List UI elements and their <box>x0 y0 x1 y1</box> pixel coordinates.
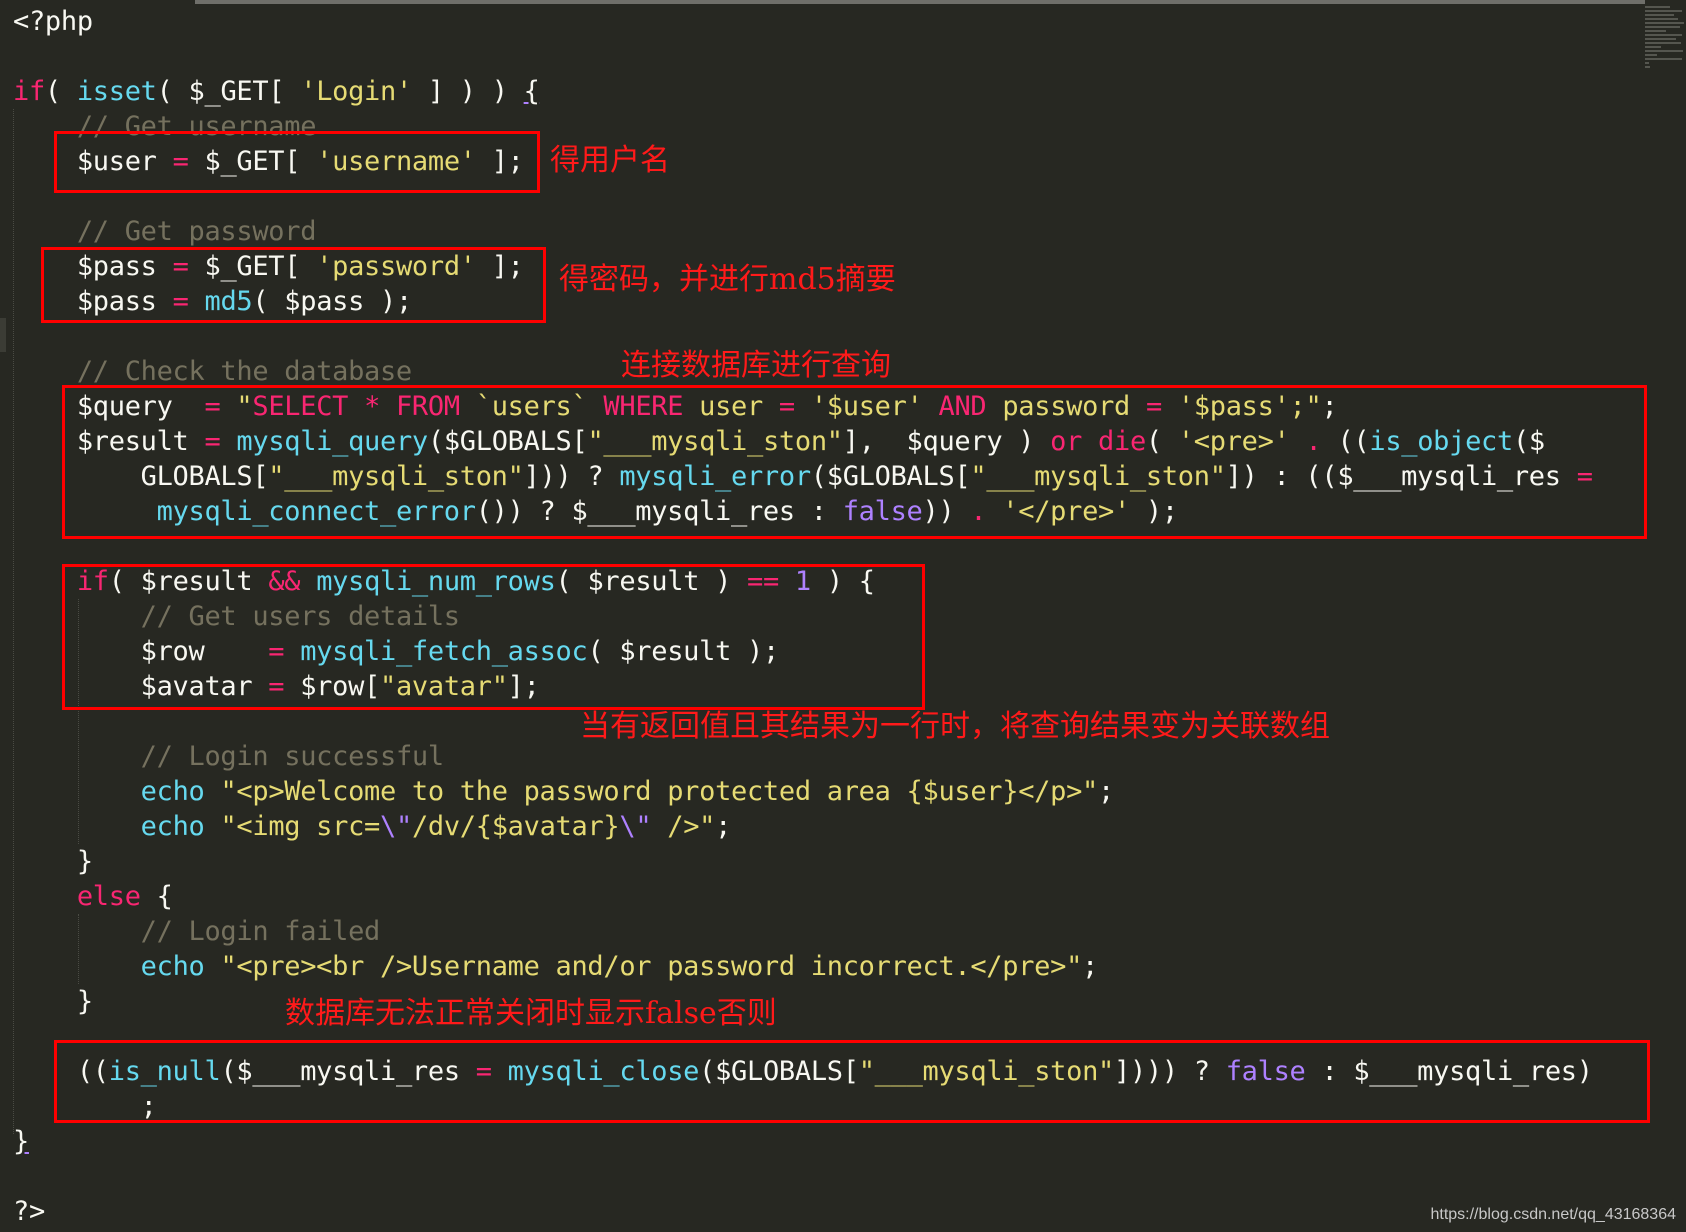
code-token: } <box>13 846 93 877</box>
code-line[interactable]: // Get password <box>13 214 317 249</box>
minimap[interactable] <box>1645 4 1686 94</box>
code-line[interactable]: // Login successful <box>13 739 444 774</box>
code-token: isset <box>76 76 157 107</box>
annotation-query-db: 连接数据库进行查询 <box>621 348 891 383</box>
code-token: ; <box>1098 776 1114 807</box>
highlight-box-fetch <box>62 564 925 710</box>
code-token: ] ) ) <box>411 76 524 107</box>
code-token: } <box>13 986 93 1017</box>
annotation-close-db: 数据库无法正常关闭时显示false否则 <box>285 996 777 1031</box>
code-token: echo <box>140 811 205 842</box>
code-line[interactable]: } <box>13 984 93 1019</box>
horizontal-scrollbar[interactable] <box>195 0 1645 4</box>
highlight-box-password <box>41 247 546 323</box>
annotation-fetch-row: 当有返回值且其结果为一行时，将查询结果变为关联数组 <box>580 709 1330 744</box>
code-token: echo <box>140 951 205 982</box>
highlight-box-username <box>54 131 540 193</box>
code-token: } <box>13 1126 29 1157</box>
code-line[interactable]: // Check the database <box>13 354 412 389</box>
code-token: "<img src= <box>220 811 381 842</box>
code-token: ?> <box>13 1196 45 1227</box>
code-token: // Login failed <box>140 916 381 947</box>
code-token: \" <box>380 811 412 842</box>
code-token: <?php <box>13 6 93 37</box>
code-token: // Login successful <box>140 741 444 772</box>
code-token: ; <box>715 811 732 842</box>
gutter-marker <box>0 318 6 352</box>
code-line[interactable]: echo "<img src=\"/dv/{$avatar}\" />"; <box>13 809 732 844</box>
annotation-get-username: 得用户名 <box>550 143 670 178</box>
watermark: https://blog.csdn.net/qq_43168364 <box>1430 1206 1676 1223</box>
highlight-box-close <box>54 1040 1650 1123</box>
code-token: // Check the database <box>76 356 412 387</box>
code-token: ; <box>1082 951 1099 982</box>
code-token: echo <box>140 776 205 807</box>
code-token: "<p>Welcome to the password protected ar… <box>220 776 1098 807</box>
code-token: ( $_GET[ <box>156 76 301 107</box>
code-token: \" <box>619 811 652 842</box>
code-line[interactable]: echo "<pre><br />Username and/or passwor… <box>13 949 1099 984</box>
code-token: ( <box>44 76 77 107</box>
code-token: 'Login' <box>300 76 412 107</box>
code-line[interactable]: <?php <box>13 4 93 39</box>
highlight-box-query <box>62 385 1647 539</box>
code-token: /dv/{$avatar} <box>411 811 620 842</box>
code-token: if <box>13 76 45 107</box>
annotation-get-password: 得密码，并进行md5摘要 <box>559 262 896 297</box>
code-line[interactable]: if( isset( $_GET[ 'Login' ] ) ) { <box>13 74 540 109</box>
code-line[interactable]: } <box>13 844 93 879</box>
code-line[interactable]: else { <box>13 879 173 914</box>
code-line[interactable]: // Login failed <box>13 914 381 949</box>
code-token: />" <box>651 811 716 842</box>
code-line[interactable]: ?> <box>13 1194 45 1229</box>
code-token: // Get password <box>76 216 317 247</box>
code-token: { <box>523 76 540 107</box>
code-token: "<pre><br />Username and/or password inc… <box>220 951 1083 982</box>
code-line[interactable]: } <box>13 1124 29 1159</box>
code-token: else <box>76 881 141 912</box>
code-token: { <box>140 881 173 912</box>
code-line[interactable]: echo "<p>Welcome to the password protect… <box>13 774 1115 809</box>
